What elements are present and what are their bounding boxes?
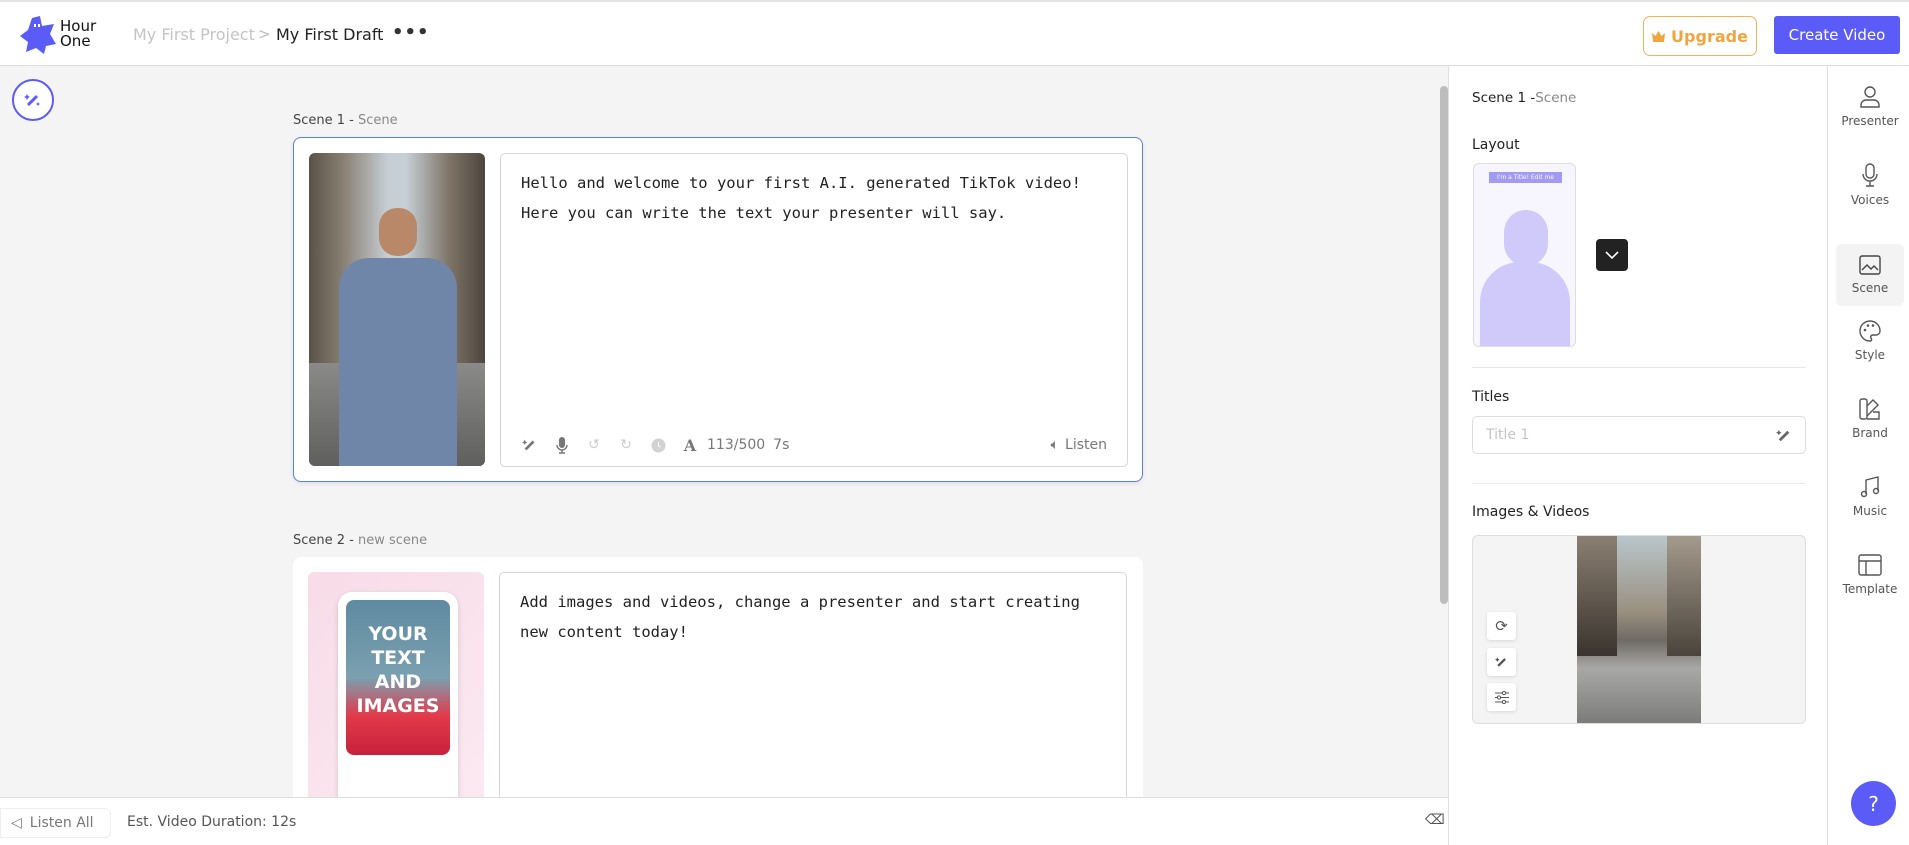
scene-settings-panel: Scene 1 -Scene Layout I'm a Title! Edit …: [1448, 66, 1827, 845]
layout-label: Layout: [1472, 137, 1520, 153]
breadcrumb-separator: >: [258, 25, 271, 43]
presenter-photo[interactable]: [309, 153, 485, 466]
divider: [1472, 483, 1806, 484]
speaker-icon: 🔈︎: [1050, 437, 1060, 453]
header: Hour One My First Project > My First Draf…: [0, 0, 1909, 66]
music-icon: [1860, 476, 1880, 498]
magic-wand-icon[interactable]: [521, 436, 539, 454]
scene-1-card[interactable]: Hello and welcome to your first A.I. gen…: [293, 137, 1143, 482]
magic-media-button[interactable]: [1487, 648, 1516, 676]
help-button[interactable]: ?: [1851, 781, 1896, 826]
scene-1-script-textarea[interactable]: Hello and welcome to your first A.I. gen…: [500, 153, 1128, 467]
rail-item-music[interactable]: Music: [1836, 466, 1904, 528]
more-options-button[interactable]: •••: [392, 22, 430, 43]
refresh-icon: ⟳: [1495, 617, 1508, 635]
layout-thumbnail[interactable]: I'm a Title! Edit me: [1473, 163, 1576, 347]
scene-1-toolbar: ↺ ↻ A 113/500 7s 🔈︎ Listen: [521, 436, 1107, 455]
scene-2-card[interactable]: YOUR TEXT AND IMAGES Add images and vide…: [293, 557, 1143, 822]
create-video-button[interactable]: Create Video: [1774, 16, 1900, 54]
magic-wand-icon: [24, 94, 40, 107]
breadcrumb-project[interactable]: My First Project: [133, 25, 255, 44]
palette-icon: [1859, 320, 1881, 342]
chevron-down-icon: [1605, 250, 1619, 259]
clock-icon[interactable]: [649, 436, 667, 454]
images-videos-label: Images & Videos: [1472, 504, 1590, 520]
listen-all-button[interactable]: ◁ Listen All: [0, 808, 111, 838]
divider: [1472, 367, 1806, 368]
scene-2-script-textarea[interactable]: Add images and videos, change a presente…: [499, 572, 1127, 822]
image-icon: [1859, 255, 1881, 275]
scene-1-label: Scene 1 - Scene: [293, 113, 398, 128]
magic-wand-icon: [1494, 657, 1506, 667]
redo-icon[interactable]: ↻: [617, 436, 635, 454]
crown-icon: [1652, 30, 1666, 42]
side-rail: Presenter Voices Scene Style Brand Music…: [1827, 66, 1909, 845]
main-scrollbar[interactable]: [1440, 86, 1448, 604]
bottom-bar: ◁ Listen All Est. Video Duration: 12s ⌫: [0, 797, 1448, 845]
microphone-icon[interactable]: [553, 436, 571, 454]
rail-item-presenter[interactable]: Presenter: [1836, 76, 1904, 138]
panel-title: Scene 1 -Scene: [1472, 90, 1577, 106]
rail-item-style[interactable]: Style: [1836, 310, 1904, 372]
breadcrumb-draft[interactable]: My First Draft: [276, 25, 383, 44]
scene-duration: 7s: [773, 437, 790, 453]
layout-dropdown-button[interactable]: [1596, 239, 1628, 271]
adjust-media-button[interactable]: [1487, 683, 1516, 711]
rail-item-voices[interactable]: Voices: [1836, 154, 1904, 216]
swatch-icon: [1859, 398, 1880, 420]
eraser-icon[interactable]: ⌫: [1425, 812, 1445, 828]
microphone-icon: [1862, 163, 1878, 187]
magic-wand-button[interactable]: [12, 79, 54, 121]
scene-2-label: Scene 2 - new scene: [293, 533, 428, 548]
template-icon: [1858, 554, 1882, 576]
speaker-icon: ◁: [11, 815, 22, 831]
undo-icon[interactable]: ↺: [585, 436, 603, 454]
media-preview[interactable]: ⟳: [1472, 535, 1806, 724]
video-duration: Est. Video Duration: 12s: [127, 814, 297, 830]
rail-item-template[interactable]: Template: [1836, 544, 1904, 606]
title-input[interactable]: Title 1: [1472, 416, 1806, 454]
hour-one-logo[interactable]: [20, 16, 56, 54]
magic-wand-icon[interactable]: [1776, 427, 1793, 444]
listen-button[interactable]: 🔈︎ Listen: [1051, 437, 1107, 453]
titles-label: Titles: [1472, 389, 1510, 405]
upgrade-button[interactable]: Upgrade: [1643, 16, 1757, 56]
person-icon: [1860, 86, 1880, 108]
sliders-icon: [1494, 690, 1509, 704]
background-image[interactable]: [1577, 536, 1701, 723]
thumbnail-text: YOUR TEXT AND IMAGES: [356, 623, 440, 717]
logo-text: Hour One: [60, 17, 97, 50]
scene-2-thumbnail[interactable]: YOUR TEXT AND IMAGES: [308, 572, 484, 802]
rail-item-scene[interactable]: Scene: [1836, 244, 1904, 306]
character-count: 113/500: [707, 437, 766, 453]
scene-2-script-text[interactable]: Add images and videos, change a presente…: [500, 573, 1126, 661]
replace-media-button[interactable]: ⟳: [1487, 612, 1516, 640]
rail-item-brand[interactable]: Brand: [1836, 388, 1904, 450]
font-icon[interactable]: A: [681, 436, 699, 455]
scene-1-script-text[interactable]: Hello and welcome to your first A.I. gen…: [501, 154, 1127, 242]
